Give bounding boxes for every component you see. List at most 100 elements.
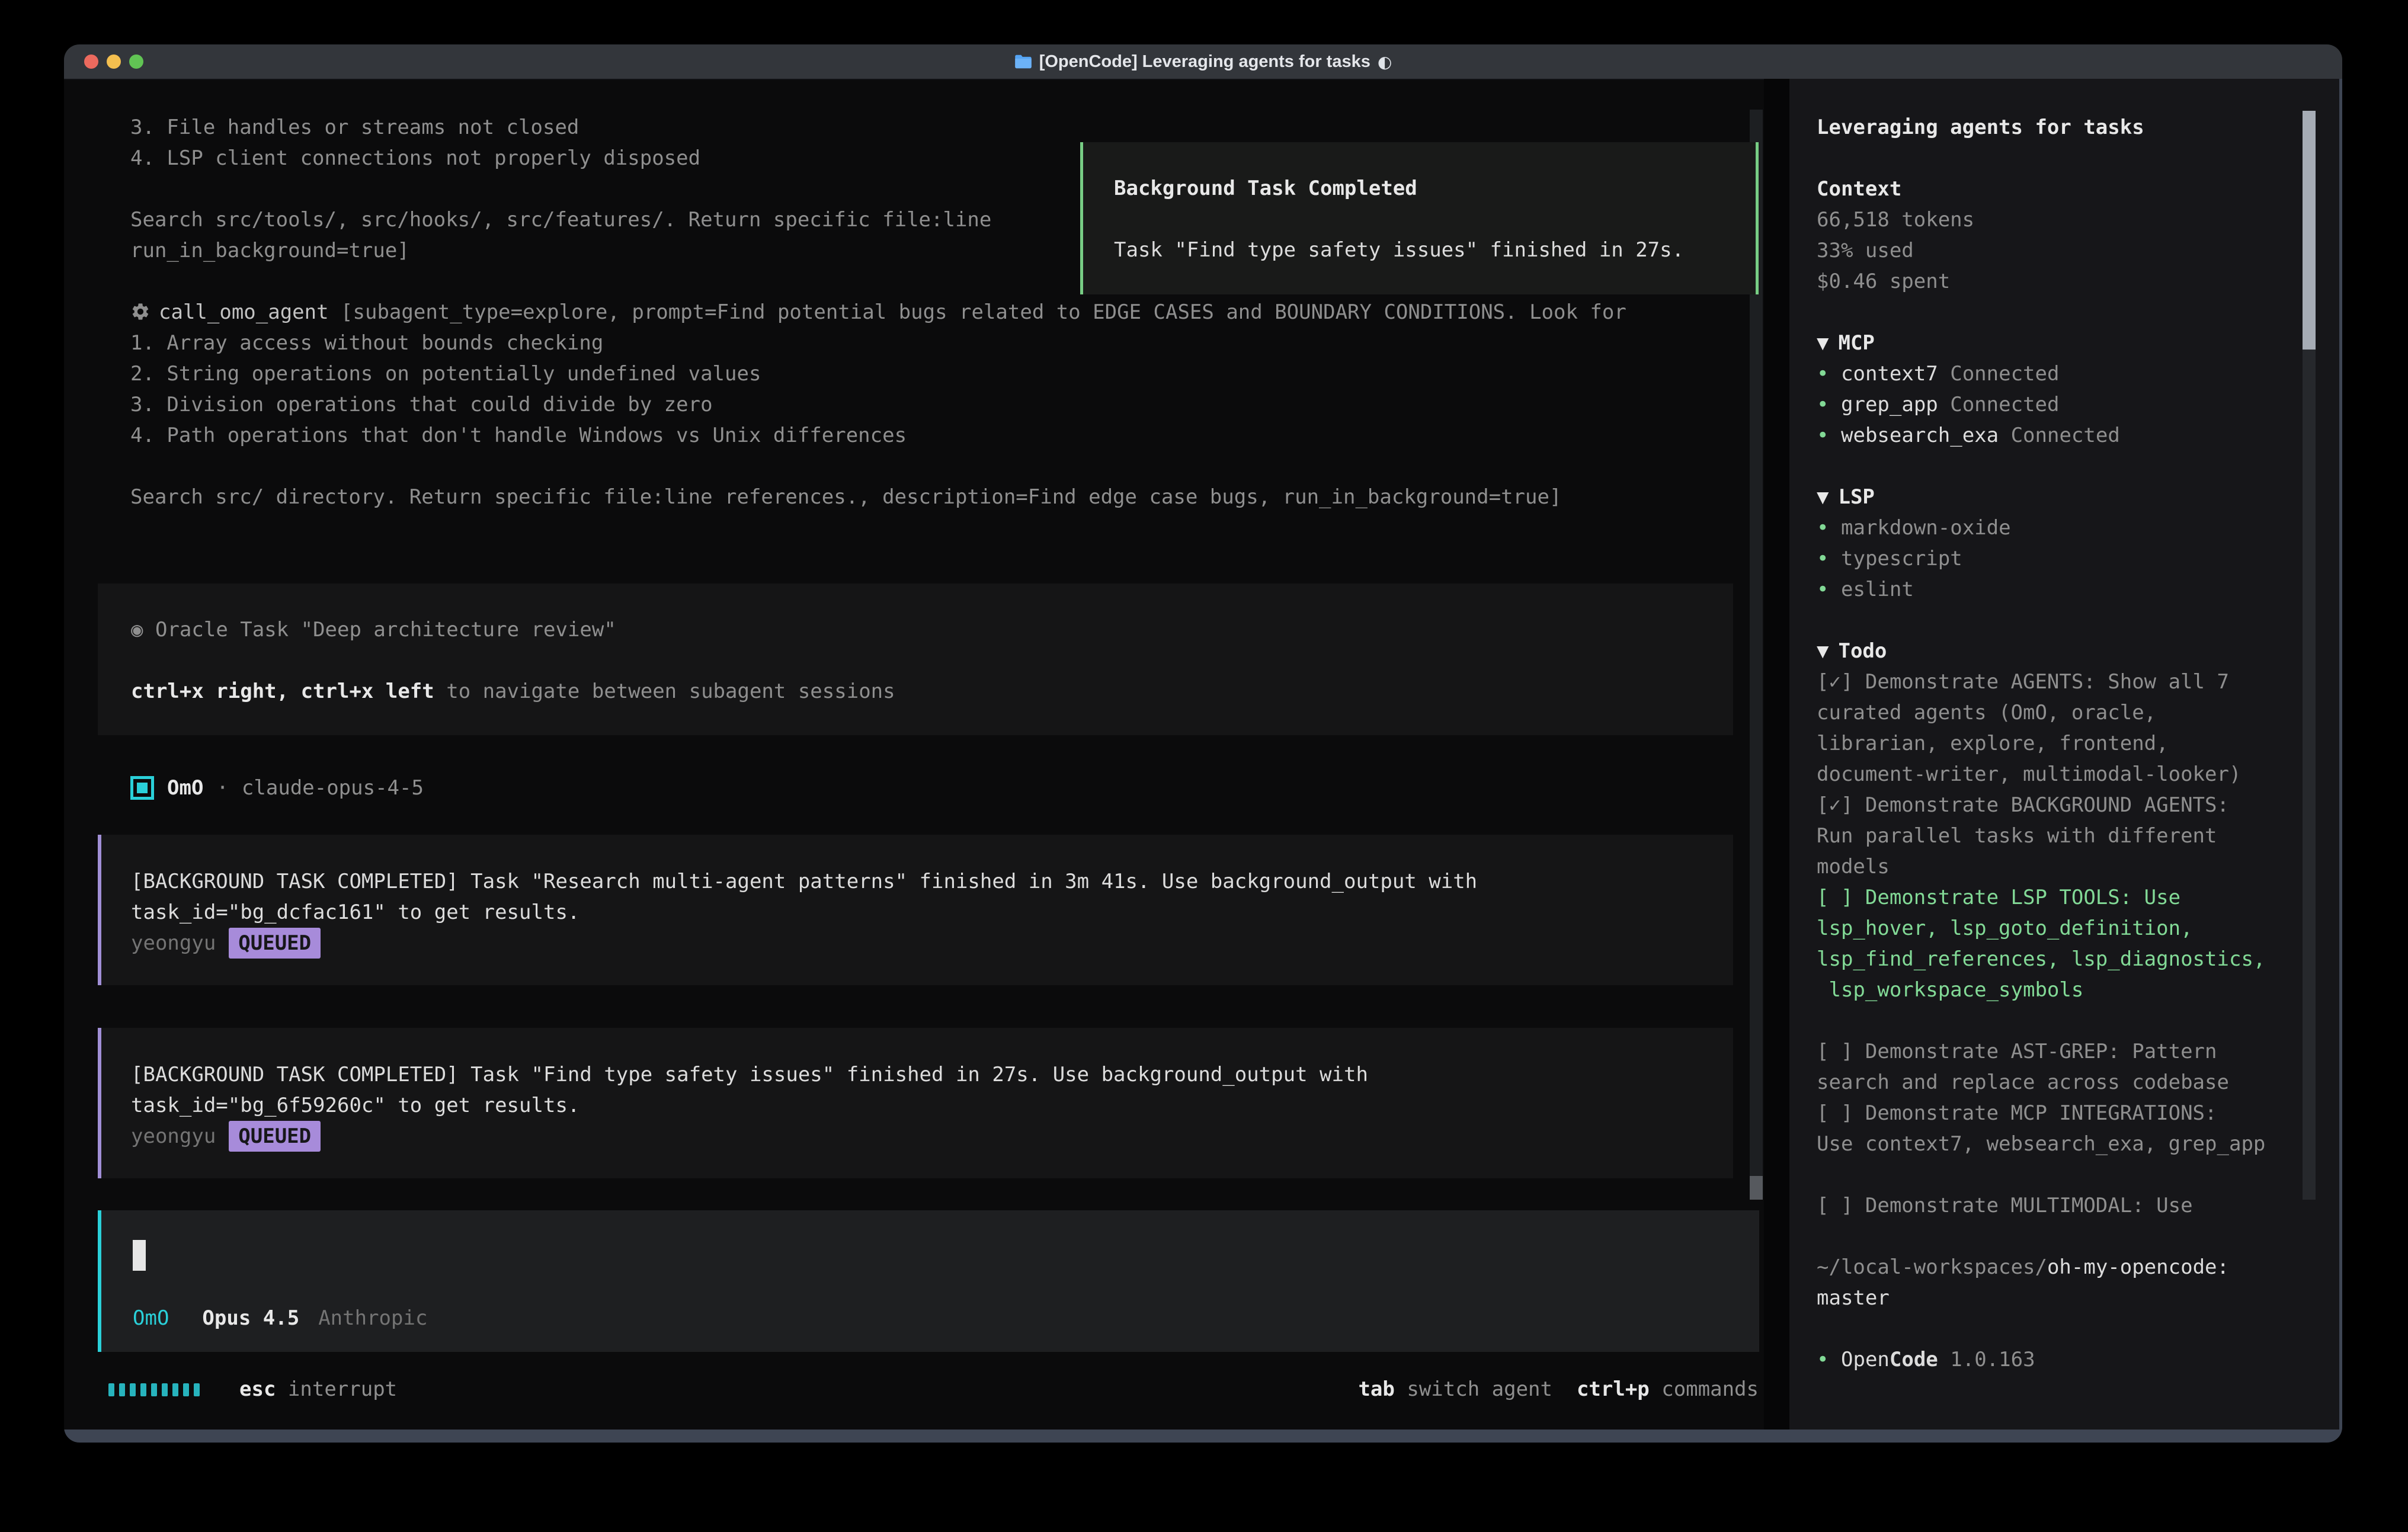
context-stat: $0.46 spent xyxy=(1817,266,2303,297)
window-title: [OpenCode] Leveraging agents for tasks ◐ xyxy=(1014,52,1392,72)
workspace-repo: oh-my-opencode: xyxy=(2047,1255,2229,1279)
bullet-icon: • xyxy=(1817,389,1841,420)
message-user: yeongyu xyxy=(131,931,216,955)
bullet-icon: • xyxy=(1817,543,1841,574)
todo-line-done: [✓] Demonstrate BACKGROUND AGENTS: xyxy=(1817,790,2303,821)
todo-line-done: Run parallel tasks with different xyxy=(1817,821,2303,851)
context-stat: 33% used xyxy=(1817,235,2303,266)
todo-line-active: lsp_hover, lsp_goto_definition, xyxy=(1817,913,2303,944)
section-header-lsp[interactable]: ▼ LSP xyxy=(1817,482,2303,512)
sidebar-title: Leveraging agents for tasks xyxy=(1817,112,2303,143)
context-stat: 66,518 tokens xyxy=(1817,204,2303,235)
background-task-message: [BACKGROUND TASK COMPLETED] Task "Resear… xyxy=(98,835,1733,985)
bullet-icon: • xyxy=(1817,1344,1841,1375)
status-badge: QUEUED xyxy=(229,928,321,959)
hint-key: tab xyxy=(1358,1377,1394,1401)
mcp-status: Connected xyxy=(1938,393,2060,416)
oracle-hint-keys: ctrl+x right, ctrl+x left xyxy=(131,680,434,703)
keyboard-hints: tab switch agent ctrl+p commands xyxy=(1358,1374,1759,1405)
close-button[interactable] xyxy=(84,55,98,69)
zoom-button[interactable] xyxy=(129,55,143,69)
chevron-down-icon: ▼ xyxy=(1817,636,1829,666)
terminal-line: 3. File handles or streams not closed xyxy=(130,112,1626,143)
session-model-name: claude-opus-4-5 xyxy=(242,773,424,803)
session-separator: · xyxy=(216,773,228,803)
message-line: [BACKGROUND TASK COMPLETED] Task "Find t… xyxy=(131,1059,1733,1090)
tool-name: call_omo_agent xyxy=(159,300,329,324)
folder-icon xyxy=(1014,54,1032,69)
window-bottom-edge xyxy=(64,1430,2342,1443)
workspace-prefix: ~/local-workspaces/ xyxy=(1817,1255,2047,1279)
todo-line-done: librarian, explore, frontend, xyxy=(1817,728,2303,759)
lsp-name: typescript xyxy=(1841,547,1962,571)
oracle-hint-text: to navigate between subagent sessions xyxy=(434,680,895,703)
sidebar-scrollbar xyxy=(2303,111,2316,1200)
sidebar-spacer xyxy=(1817,297,2303,328)
mcp-item: •context7 Connected xyxy=(1817,358,2303,389)
todo-line-done: document-writer, multimodal-looker) xyxy=(1817,759,2303,790)
sidebar-spacer xyxy=(1817,1159,2303,1190)
minimize-button[interactable] xyxy=(107,55,121,69)
todo-line-pending: Use context7, websearch_exa, grep_app xyxy=(1817,1129,2303,1159)
input-model-line: OmO Opus 4.5 Anthropic xyxy=(133,1303,427,1334)
titlebar: [OpenCode] Leveraging agents for tasks ◐ xyxy=(64,44,2342,80)
app-name: Open xyxy=(1841,1348,1890,1371)
todo-line-pending: [ ] Demonstrate AST-GREP: Pattern xyxy=(1817,1036,2303,1067)
app-version: 1.0.163 xyxy=(1938,1348,2035,1371)
message-line: task_id="bg_dcfac161" to get results. xyxy=(131,897,1733,928)
tool-call-line: call_omo_agent [subagent_type=explore, p… xyxy=(130,297,1626,328)
session-header[interactable]: OmO · claude-opus-4-5 xyxy=(130,773,424,803)
todo-line-done: models xyxy=(1817,851,2303,882)
toast-title: Background Task Completed xyxy=(1114,173,1756,204)
mcp-name: websearch_exa xyxy=(1841,424,1999,447)
workspace-branch: master xyxy=(1817,1283,2303,1313)
section-title: LSP xyxy=(1838,485,1874,509)
chevron-down-icon: ▼ xyxy=(1817,328,1829,358)
chat-scrollbar-thumb[interactable] xyxy=(1750,1176,1763,1200)
hint-gap xyxy=(1552,1377,1577,1401)
mcp-status: Connected xyxy=(1938,362,2060,386)
section-header-todo[interactable]: ▼Todo xyxy=(1817,636,2303,666)
working-spinner-icon xyxy=(108,1383,200,1396)
chevron-down-icon: ▼ xyxy=(1817,482,1829,512)
window-right-edge xyxy=(2339,79,2342,1430)
prompt-input[interactable]: OmO Opus 4.5 Anthropic xyxy=(98,1210,1759,1352)
lsp-item: •typescript xyxy=(1817,543,2303,574)
oracle-task-label: Oracle Task "Deep architecture review" xyxy=(155,618,616,642)
toast-notification[interactable]: Background Task Completed Task "Find typ… xyxy=(1080,142,1759,294)
mcp-item: •websearch_exa Connected xyxy=(1817,420,2303,451)
todo-line-pending: search and replace across codebase xyxy=(1817,1067,2303,1098)
tool-arg-line: 1. Array access without bounds checking xyxy=(130,328,1626,358)
lsp-item: •eslint xyxy=(1817,574,2303,605)
sidebar-spacer xyxy=(1817,451,2303,482)
mcp-name: grep_app xyxy=(1841,393,1938,416)
app-name-bold: Code xyxy=(1890,1348,1938,1371)
session-progress-icon: ◐ xyxy=(1378,52,1392,72)
sidebar-spacer xyxy=(1817,1313,2303,1344)
bullet-icon: • xyxy=(1817,574,1841,605)
toast-body: Task "Find type safety issues" finished … xyxy=(1114,235,1756,265)
todo-line-pending: [ ] Demonstrate MULTIMODAL: Use xyxy=(1817,1190,2303,1221)
bullet-icon: • xyxy=(1817,358,1841,389)
sidebar: Leveraging agents for tasksContext66,518… xyxy=(1789,79,2342,1430)
app-version-line: •OpenCode 1.0.163 xyxy=(1817,1344,2303,1375)
lsp-item: •markdown-oxide xyxy=(1817,512,2303,543)
section-header-mcp[interactable]: ▼ MCP xyxy=(1817,328,2303,358)
sidebar-scrollbar-thumb[interactable] xyxy=(2303,111,2316,350)
sidebar-spacer xyxy=(1817,1221,2303,1252)
oracle-task-line: ◉ Oracle Task "Deep architecture review" xyxy=(131,614,1733,645)
todo-line-active: lsp_workspace_symbols xyxy=(1817,975,2303,1005)
message-line: [BACKGROUND TASK COMPLETED] Task "Resear… xyxy=(131,866,1733,897)
tool-arg-line: 3. Division operations that could divide… xyxy=(130,389,1626,420)
section-title: MCP xyxy=(1838,331,1874,355)
session-agent-name: OmO xyxy=(167,773,203,803)
hint-label: switch agent xyxy=(1395,1377,1552,1401)
message-meta: yeongyu QUEUED xyxy=(131,928,1733,959)
bullet-icon: • xyxy=(1817,420,1841,451)
text-cursor xyxy=(133,1240,146,1271)
tool-arg-line: 2. String operations on potentially unde… xyxy=(130,358,1626,389)
esc-key: esc xyxy=(239,1377,276,1401)
mcp-status: Connected xyxy=(1999,424,2120,447)
status-bar: esc interrupt tab switch agent ctrl+p co… xyxy=(64,1374,1759,1405)
todo-line-active: lsp_find_references, lsp_diagnostics, xyxy=(1817,944,2303,975)
